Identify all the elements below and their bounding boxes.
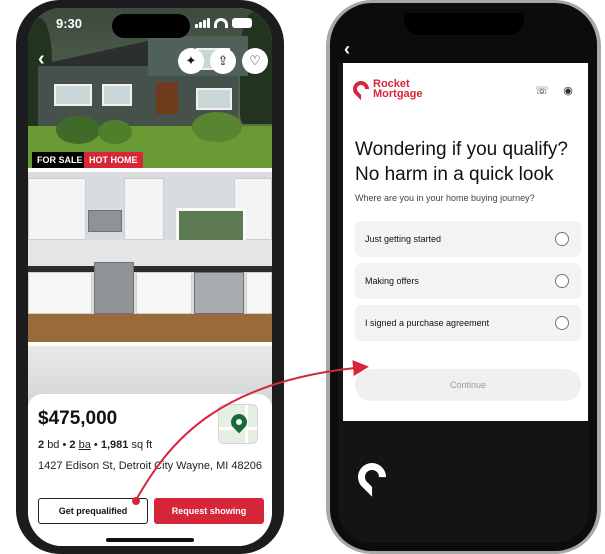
- listing-actions: Get prequalified Request showing: [38, 498, 264, 524]
- rocket-phone: ‹ Rocket Mortgage ☏ ◉ Wondering if you q…: [326, 0, 601, 554]
- notch: [404, 13, 524, 35]
- sparkle-icon[interactable]: ✦: [178, 48, 204, 74]
- logo-wordmark: Rocket Mortgage: [373, 79, 423, 100]
- option-label: Making offers: [365, 276, 419, 286]
- share-icon[interactable]: ⇪: [210, 48, 236, 74]
- beds-value: 2: [38, 439, 45, 451]
- prequal-screen: ‹ Rocket Mortgage ☏ ◉ Wondering if you q…: [338, 11, 589, 543]
- status-time: 9:30: [56, 16, 83, 31]
- beds-unit: bd: [47, 439, 60, 451]
- bottom-splash: [338, 421, 589, 543]
- headline-line2: No harm in a quick look: [355, 164, 554, 185]
- heart-icon[interactable]: ♡: [242, 48, 268, 74]
- prequal-form: Rocket Mortgage ☏ ◉ Wondering if you qua…: [343, 63, 588, 421]
- phone-bezel: ‹ Rocket Mortgage ☏ ◉ Wondering if you q…: [330, 3, 597, 551]
- for-sale-badge: FOR SALE: [32, 152, 88, 168]
- baths-value: 2: [69, 439, 76, 451]
- user-icon[interactable]: ◉: [561, 83, 575, 97]
- radio-button[interactable]: [555, 316, 569, 330]
- dynamic-island: [112, 14, 190, 38]
- listing-photo-kitchen[interactable]: [28, 172, 272, 342]
- listing-address: 1427 Edison St, Detroit City Wayne, MI 4…: [38, 460, 262, 472]
- zillow-phone: 9:30 ‹ ✦ ⇪ ♡ FOR SALE HOT HOME $475,000 …: [16, 0, 284, 554]
- listing-info-panel: $475,000 2 bd • 2 ba • 1,981 sq ft 1427 …: [28, 394, 272, 546]
- home-indicator: [106, 538, 194, 542]
- journey-question: Where are you in your home buying journe…: [355, 193, 535, 203]
- option-label: I signed a purchase agreement: [365, 318, 490, 328]
- rocket-logo-icon: [349, 77, 373, 101]
- battery-icon: [232, 18, 252, 28]
- baths-unit[interactable]: ba: [79, 439, 91, 451]
- phone-icon[interactable]: ☏: [535, 83, 549, 97]
- headline-line1: Wondering if you qualify?: [355, 139, 568, 160]
- continue-button[interactable]: Continue: [355, 369, 581, 401]
- back-chevron-icon[interactable]: ‹: [344, 39, 350, 60]
- spec-separator: •: [93, 439, 101, 451]
- radio-button[interactable]: [555, 232, 569, 246]
- request-showing-button[interactable]: Request showing: [154, 498, 264, 524]
- option-signed-agreement[interactable]: I signed a purchase agreement: [355, 305, 581, 341]
- listing-screen: 9:30 ‹ ✦ ⇪ ♡ FOR SALE HOT HOME $475,000 …: [28, 8, 272, 546]
- system-icons: [195, 18, 252, 28]
- option-making-offers[interactable]: Making offers: [355, 263, 581, 299]
- rocket-logo-icon: [352, 457, 392, 497]
- sqft-unit: sq ft: [131, 439, 153, 451]
- page-headline: Wondering if you qualify? No harm in a q…: [355, 137, 583, 187]
- radio-button[interactable]: [555, 274, 569, 288]
- option-just-getting-started[interactable]: Just getting started: [355, 221, 581, 257]
- wifi-icon: [214, 18, 228, 28]
- sqft-value: 1,981: [100, 439, 129, 451]
- top-bar: ‹: [338, 11, 589, 63]
- option-label: Just getting started: [365, 234, 442, 244]
- logo-line2: Mortgage: [373, 88, 423, 100]
- get-prequalified-button[interactable]: Get prequalified: [38, 498, 148, 524]
- signal-icon: [195, 18, 210, 28]
- rocket-mortgage-logo: Rocket Mortgage: [349, 77, 423, 101]
- status-bar: 9:30: [28, 8, 272, 44]
- map-thumbnail[interactable]: [218, 404, 258, 444]
- hot-home-badge: HOT HOME: [84, 152, 143, 168]
- back-chevron-icon[interactable]: ‹: [38, 48, 45, 71]
